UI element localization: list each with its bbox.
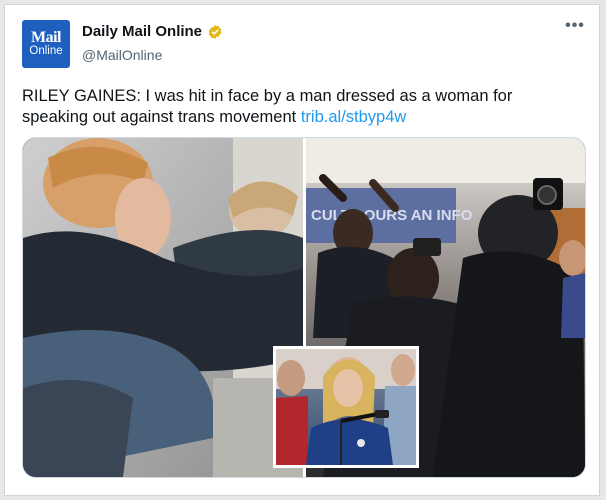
photo-collage: CULTY OURS AN INFO <box>23 138 585 477</box>
tweet-link[interactable]: trib.al/stbyp4w <box>301 108 406 126</box>
author-name-row: Daily Mail Online <box>82 23 223 40</box>
inset-photo <box>273 346 419 468</box>
display-name[interactable]: Daily Mail Online <box>82 23 202 40</box>
tweet-text: RILEY GAINES: I was hit in face by a man… <box>22 86 582 128</box>
avatar[interactable]: Mail Online <box>22 20 70 68</box>
tweet-body: RILEY GAINES: I was hit in face by a man… <box>22 87 513 126</box>
avatar-logo-line1: Mail <box>31 29 62 46</box>
left-photo-scene <box>23 138 303 477</box>
tweet-card[interactable]: Mail Online Daily Mail Online @MailOnlin… <box>4 4 600 496</box>
account-handle[interactable]: @MailOnline <box>82 47 162 63</box>
verified-badge-icon <box>207 24 223 40</box>
more-options-icon[interactable]: ••• <box>565 17 585 34</box>
tweet-media[interactable]: CULTY OURS AN INFO <box>22 137 586 478</box>
avatar-logo-line2: Online <box>29 45 63 57</box>
